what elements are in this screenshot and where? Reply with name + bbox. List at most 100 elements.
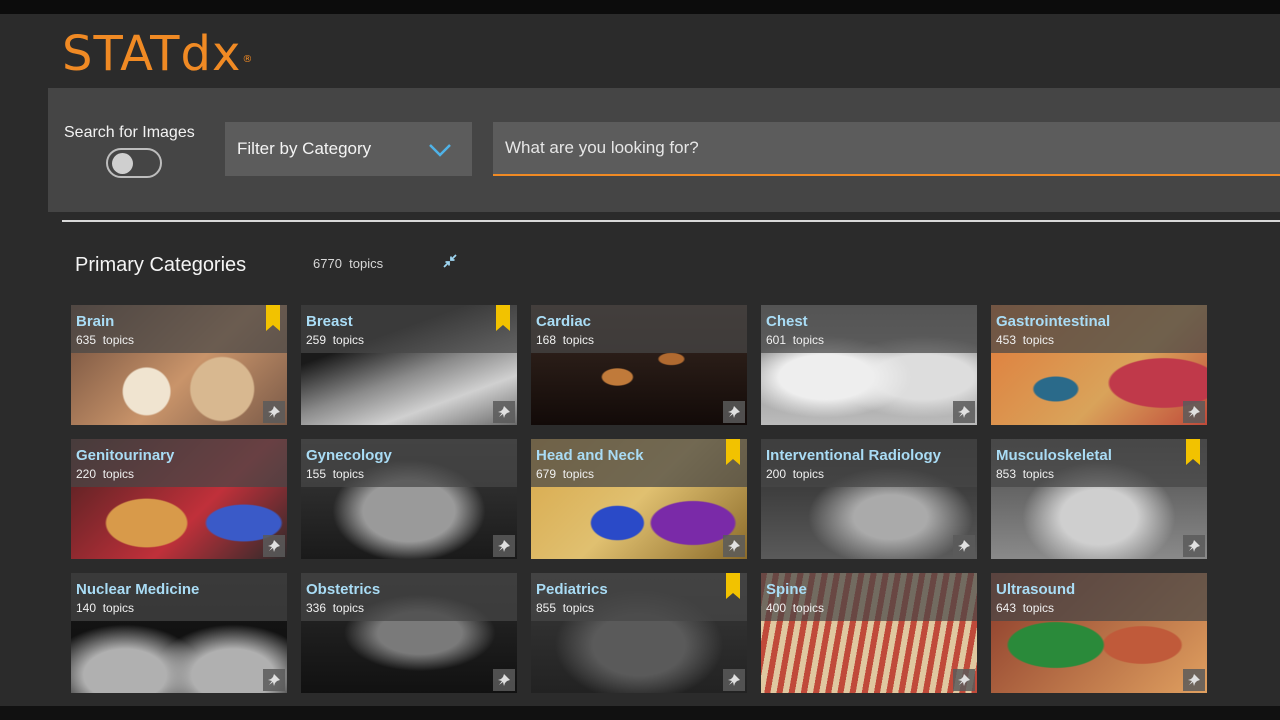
topic-count-unit: topics [792,333,825,347]
category-topic-count: 601 topics [766,333,824,347]
search-input[interactable] [493,122,1280,174]
bookmark-icon[interactable] [496,305,510,336]
chevron-down-icon [428,142,452,162]
toggle-knob [112,153,133,174]
pin-icon[interactable] [723,669,745,691]
pin-icon[interactable] [953,669,975,691]
topic-count-number: 643 [996,601,1017,615]
category-topic-count: 140 topics [76,601,134,615]
bookmark-icon[interactable] [266,305,280,336]
section-divider [62,220,1280,222]
topic-count-number: 679 [536,467,557,481]
pin-icon[interactable] [493,401,515,423]
bookmark-icon[interactable] [726,439,740,470]
pin-icon[interactable] [263,669,285,691]
category-name[interactable]: Spine [766,581,807,598]
pin-icon[interactable] [723,535,745,557]
category-tile[interactable]: Ultrasound 643 topics [991,573,1207,693]
category-tile[interactable]: Pediatrics 855 topics [531,573,747,693]
topic-count-unit: topics [562,601,595,615]
pin-icon[interactable] [263,535,285,557]
image-search-toggle-label: Search for Images [64,124,195,141]
category-topic-count: 168 topics [536,333,594,347]
category-name[interactable]: Cardiac [536,313,591,330]
topic-count-unit: topics [562,467,595,481]
bookmark-icon[interactable] [726,573,740,604]
category-tile[interactable]: Gastrointestinal 453 topics [991,305,1207,425]
category-name[interactable]: Gynecology [306,447,392,464]
total-topics-number: 6770 [313,256,342,271]
topic-count-number: 855 [536,601,557,615]
pin-icon[interactable] [493,535,515,557]
topic-count-number: 155 [306,467,327,481]
category-topic-count: 155 topics [306,467,364,481]
statdx-logo[interactable]: STATdx® [62,26,253,82]
primary-categories-title: Primary Categories [75,254,247,276]
topic-count-number: 400 [766,601,787,615]
pin-icon[interactable] [723,401,745,423]
category-name[interactable]: Obstetrics [306,581,380,598]
category-topic-count: 400 topics [766,601,824,615]
pin-icon[interactable] [953,535,975,557]
image-search-toggle[interactable] [106,148,162,178]
category-tile[interactable]: Gynecology 155 topics [301,439,517,559]
category-tile[interactable]: Spine 400 topics [761,573,977,693]
logo-text: STATdx [62,26,242,82]
topic-count-number: 168 [536,333,557,347]
category-name[interactable]: Brain [76,313,114,330]
category-tile[interactable]: Interventional Radiology 200 topics [761,439,977,559]
category-name[interactable]: Pediatrics [536,581,608,598]
category-tile[interactable]: Brain 635 topics [71,305,287,425]
topic-count-unit: topics [332,467,365,481]
category-grid: Brain 635 topics Breast 259 topics Cardiac 16… [71,305,1207,693]
search-field[interactable] [493,122,1280,176]
category-name[interactable]: Breast [306,313,353,330]
category-tile[interactable]: Chest 601 topics [761,305,977,425]
topic-count-unit: topics [102,333,135,347]
pin-icon[interactable] [1183,669,1205,691]
category-tile[interactable]: Cardiac 168 topics [531,305,747,425]
category-name[interactable]: Nuclear Medicine [76,581,199,598]
category-tile[interactable]: Breast 259 topics [301,305,517,425]
topic-count-number: 220 [76,467,97,481]
category-tile[interactable]: Obstetrics 336 topics [301,573,517,693]
category-tile[interactable]: Genitourinary 220 topics [71,439,287,559]
category-name[interactable]: Genitourinary [76,447,174,464]
topic-count-unit: topics [1022,333,1055,347]
category-name[interactable]: Interventional Radiology [766,447,941,464]
category-topic-count: 853 topics [996,467,1054,481]
category-tile[interactable]: Head and Neck 679 topics [531,439,747,559]
category-topic-count: 635 topics [76,333,134,347]
topic-count-unit: topics [792,467,825,481]
topic-count-unit: topics [102,601,135,615]
total-topics-count: 6770 topics [313,256,383,271]
category-name[interactable]: Ultrasound [996,581,1075,598]
topic-count-unit: topics [792,601,825,615]
category-tile[interactable]: Nuclear Medicine 140 topics [71,573,287,693]
bookmark-icon[interactable] [1186,439,1200,470]
topic-count-number: 601 [766,333,787,347]
category-topic-count: 259 topics [306,333,364,347]
total-topics-unit: topics [349,256,384,271]
category-name[interactable]: Head and Neck [536,447,644,464]
topic-count-unit: topics [562,333,595,347]
pin-icon[interactable] [263,401,285,423]
topic-count-number: 453 [996,333,1017,347]
pin-icon[interactable] [953,401,975,423]
category-topic-count: 200 topics [766,467,824,481]
pin-icon[interactable] [493,669,515,691]
filter-by-category-dropdown[interactable]: Filter by Category [225,122,472,176]
category-topic-count: 220 topics [76,467,134,481]
category-tile[interactable]: Musculoskeletal 853 topics [991,439,1207,559]
topic-count-unit: topics [332,601,365,615]
search-panel: Search for Images Filter by Category [48,88,1280,212]
topic-count-number: 635 [76,333,97,347]
topic-count-number: 259 [306,333,327,347]
pin-icon[interactable] [1183,401,1205,423]
category-name[interactable]: Chest [766,313,808,330]
category-name[interactable]: Gastrointestinal [996,313,1110,330]
category-topic-count: 453 topics [996,333,1054,347]
pin-icon[interactable] [1183,535,1205,557]
collapse-arrows-icon[interactable] [442,253,458,274]
category-name[interactable]: Musculoskeletal [996,447,1112,464]
